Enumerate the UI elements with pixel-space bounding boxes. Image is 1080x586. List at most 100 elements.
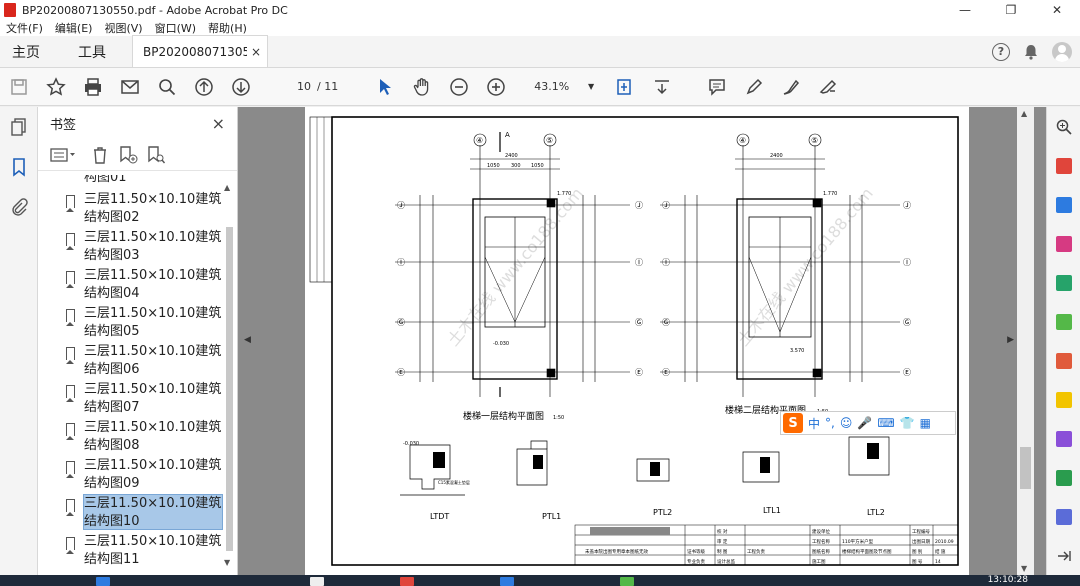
scrollbar-thumb[interactable] <box>1020 447 1031 489</box>
bookmark-item[interactable]: 三层11.50×10.10建筑结构图08 <box>38 417 224 455</box>
bookmark-label: 三层11.50×10.10建筑结构图03 <box>84 230 222 263</box>
comment-tool-button[interactable] <box>1047 380 1080 419</box>
bell-icon[interactable] <box>1022 43 1040 61</box>
page-thumbnails-button[interactable] <box>0 107 38 147</box>
draw-button[interactable] <box>772 72 809 102</box>
tab-document[interactable]: BP20200807130550... × <box>132 35 268 67</box>
microphone-icon[interactable]: 🎤 <box>857 416 872 430</box>
export-pdf-button[interactable] <box>1047 185 1080 224</box>
bookmark-label: 三层11.50×10.10建筑结构图10 <box>83 494 223 530</box>
bookmark-item[interactable]: 三层11.50×10.10建筑结构图11 <box>38 531 224 569</box>
collapse-right-arrow[interactable]: ▶ <box>1007 335 1014 345</box>
draw-pen-icon <box>783 79 799 95</box>
bookmark-item[interactable]: 三层11.50×10.10建筑结构图10 <box>38 493 224 531</box>
dim-sub: 1050 <box>487 163 500 169</box>
select-tool-button[interactable] <box>366 72 403 102</box>
close-window-button[interactable]: ✕ <box>1034 0 1080 20</box>
bookmarks-panel-button[interactable] <box>0 147 38 187</box>
bookmark-item[interactable]: 三层11.50×10.10建筑结构图03 <box>38 227 224 265</box>
edit-pdf-button[interactable] <box>1047 263 1080 302</box>
scroll-mode-button[interactable] <box>643 72 680 102</box>
menu-window[interactable]: 窗口(W) <box>149 20 202 36</box>
keyboard-icon[interactable]: ⌨ <box>877 416 894 430</box>
minimize-button[interactable]: — <box>942 0 988 20</box>
new-bookmark-icon[interactable] <box>118 145 138 165</box>
print-button[interactable] <box>74 72 111 102</box>
taskbar-app-icon[interactable] <box>310 577 324 586</box>
bookmark-partial[interactable]: 构图01 <box>38 175 224 185</box>
email-button[interactable] <box>111 72 148 102</box>
skin-icon[interactable]: 👕 <box>900 416 915 430</box>
zoom-in-button[interactable] <box>477 72 514 102</box>
bookmark-item[interactable]: 三层11.50×10.10建筑结构图04 <box>38 265 224 303</box>
grid-menu-icon[interactable]: ▦ <box>920 416 931 430</box>
collapse-left-arrow[interactable]: ◀ <box>244 335 251 345</box>
fill-sign-button[interactable] <box>1047 341 1080 380</box>
save-button[interactable] <box>0 72 37 102</box>
bookmark-icon <box>66 537 75 554</box>
zoom-tool-button[interactable] <box>1047 107 1080 146</box>
fit-page-button[interactable] <box>606 72 643 102</box>
attachments-button[interactable] <box>0 187 38 227</box>
organize-pages-button[interactable] <box>1047 224 1080 263</box>
protect-button[interactable] <box>1047 497 1080 536</box>
bookmarks-title: 书签 <box>50 117 77 133</box>
bookmark-star-button[interactable] <box>37 72 74 102</box>
menu-help[interactable]: 帮助(H) <box>202 20 253 36</box>
close-tab-icon[interactable]: × <box>251 45 261 59</box>
help-icon[interactable]: ? <box>992 42 1010 61</box>
options-menu-icon[interactable] <box>50 147 76 163</box>
send-sign-button[interactable] <box>1047 419 1080 458</box>
sogou-logo-icon[interactable]: S <box>783 413 803 433</box>
close-panel-icon[interactable]: × <box>212 114 225 133</box>
bookmark-item[interactable]: 三层11.50×10.10建筑结构图07 <box>38 379 224 417</box>
delete-icon[interactable] <box>90 145 110 165</box>
taskbar-app-icon[interactable] <box>400 577 414 586</box>
bookmark-item[interactable]: 三层11.50×10.10建筑结构图09 <box>38 455 224 493</box>
tab-home[interactable]: 主页 <box>0 36 52 67</box>
menu-view[interactable]: 视图(V) <box>98 20 148 36</box>
combine-files-button[interactable] <box>1047 302 1080 341</box>
menu-file[interactable]: 文件(F) <box>0 20 49 36</box>
emoji-icon[interactable]: ☺ <box>840 416 853 430</box>
search-icon <box>158 78 175 95</box>
expand-tools-button[interactable] <box>1047 536 1080 575</box>
hand-tool-button[interactable] <box>403 72 440 102</box>
scrollbar-thumb[interactable] <box>226 227 233 551</box>
taskbar-app-icon[interactable] <box>620 577 634 586</box>
highlight-button[interactable] <box>735 72 772 102</box>
bookmarks-scrollbar[interactable]: ▲ ▼ <box>224 183 234 567</box>
user-avatar[interactable] <box>1052 41 1072 62</box>
taskbar-app-icon[interactable] <box>500 577 514 586</box>
scroll-up-arrow[interactable]: ▲ <box>1021 109 1027 118</box>
bookmark-item[interactable]: 三层11.50×10.10建筑结构图06 <box>38 341 224 379</box>
zoom-out-button[interactable] <box>440 72 477 102</box>
bookmark-item[interactable]: 三层11.50×10.10建筑结构图05 <box>38 303 224 341</box>
dim-top: 2400 <box>505 153 518 159</box>
next-page-button[interactable] <box>222 72 259 102</box>
comment-button[interactable] <box>698 72 735 102</box>
taskbar-app-icon[interactable] <box>96 577 110 586</box>
scroll-down-arrow[interactable]: ▼ <box>224 558 230 567</box>
restore-button[interactable]: ❐ <box>988 0 1034 20</box>
document-scrollbar[interactable]: ▲ ▼ <box>1017 107 1034 575</box>
bookmark-label: 三层11.50×10.10建筑结构图05 <box>84 306 222 339</box>
create-pdf-button[interactable] <box>1047 146 1080 185</box>
print-production-button[interactable] <box>1047 458 1080 497</box>
ime-lang-toggle[interactable]: 中 <box>808 415 820 432</box>
scroll-up-arrow[interactable]: ▲ <box>224 183 230 192</box>
ime-punct-toggle[interactable]: °, <box>825 416 835 430</box>
page-number-input[interactable]: 10 <box>283 80 311 93</box>
document-viewport: ◀ 土木在线 www.co188.com 土木在线 www.co188.com <box>238 107 1046 575</box>
find-bookmark-icon[interactable] <box>146 145 166 165</box>
scroll-down-arrow[interactable]: ▼ <box>1021 564 1027 573</box>
prev-page-button[interactable] <box>185 72 222 102</box>
comment-tool-icon <box>1056 391 1072 408</box>
sign-button[interactable] <box>809 72 846 102</box>
tab-tools[interactable]: 工具 <box>66 36 118 67</box>
axis-label: Ⓘ <box>635 258 643 267</box>
search-button[interactable] <box>148 72 185 102</box>
menu-edit[interactable]: 编辑(E) <box>49 20 99 36</box>
zoom-select[interactable]: 43.1% ▼ <box>534 80 594 93</box>
bookmark-item[interactable]: 三层11.50×10.10建筑结构图02 <box>38 189 224 227</box>
